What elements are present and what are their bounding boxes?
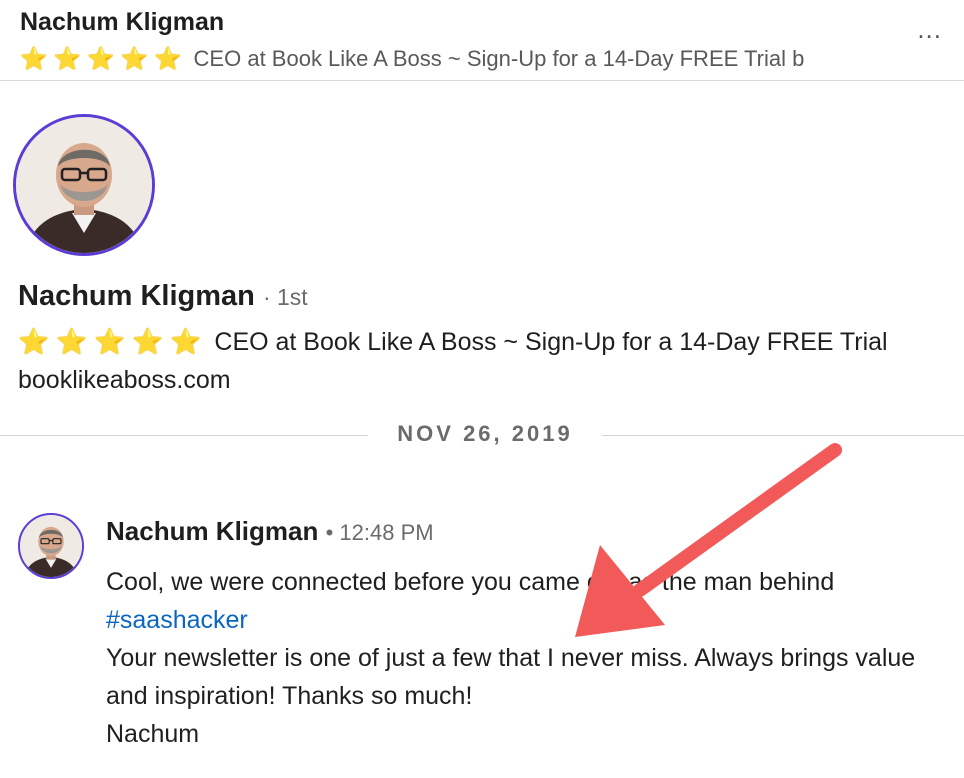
profile-headline: ⭐ ⭐ ⭐ ⭐ ⭐ CEO at Book Like A Boss ~ Sign… <box>18 323 938 399</box>
message-avatar[interactable] <box>18 513 84 579</box>
hashtag-link[interactable]: #saashacker <box>106 606 248 634</box>
message-signature: Nachum <box>106 720 200 748</box>
message-sender[interactable]: Nachum Kligman <box>106 516 318 546</box>
profile-name-row: Nachum Kligman · 1st <box>18 280 308 313</box>
avatar-photo <box>20 515 82 577</box>
more-options-button[interactable]: ... <box>917 14 942 45</box>
date-divider-line-right <box>602 435 964 436</box>
star-icon: ⭐ ⭐ ⭐ ⭐ ⭐ <box>18 328 202 356</box>
star-icon: ⭐ ⭐ ⭐ ⭐ ⭐ <box>20 46 182 71</box>
profile-avatar[interactable] <box>13 114 155 256</box>
avatar-photo <box>16 117 152 253</box>
date-divider-line-left <box>0 435 368 436</box>
conversation-header: Nachum Kligman ⭐ ⭐ ⭐ ⭐ ⭐ CEO at Book Lik… <box>0 0 964 81</box>
connection-degree: · 1st <box>262 284 308 310</box>
message-body: Cool, we were connected before you came … <box>106 563 956 753</box>
header-headline-text: CEO at Book Like A Boss ~ Sign-Up for a … <box>193 46 805 71</box>
header-headline: ⭐ ⭐ ⭐ ⭐ ⭐ CEO at Book Like A Boss ~ Sign… <box>20 46 865 72</box>
message-header: Nachum Kligman • 12:48 PM <box>106 516 434 547</box>
header-name[interactable]: Nachum Kligman <box>20 8 224 37</box>
profile-name[interactable]: Nachum Kligman <box>18 280 255 312</box>
message-timestamp: • 12:48 PM <box>325 520 434 545</box>
date-divider: NOV 26, 2019 <box>397 421 573 446</box>
message-line: Your newsletter is one of just a few tha… <box>106 644 916 710</box>
message-line: Cool, we were connected before you came … <box>106 568 835 596</box>
